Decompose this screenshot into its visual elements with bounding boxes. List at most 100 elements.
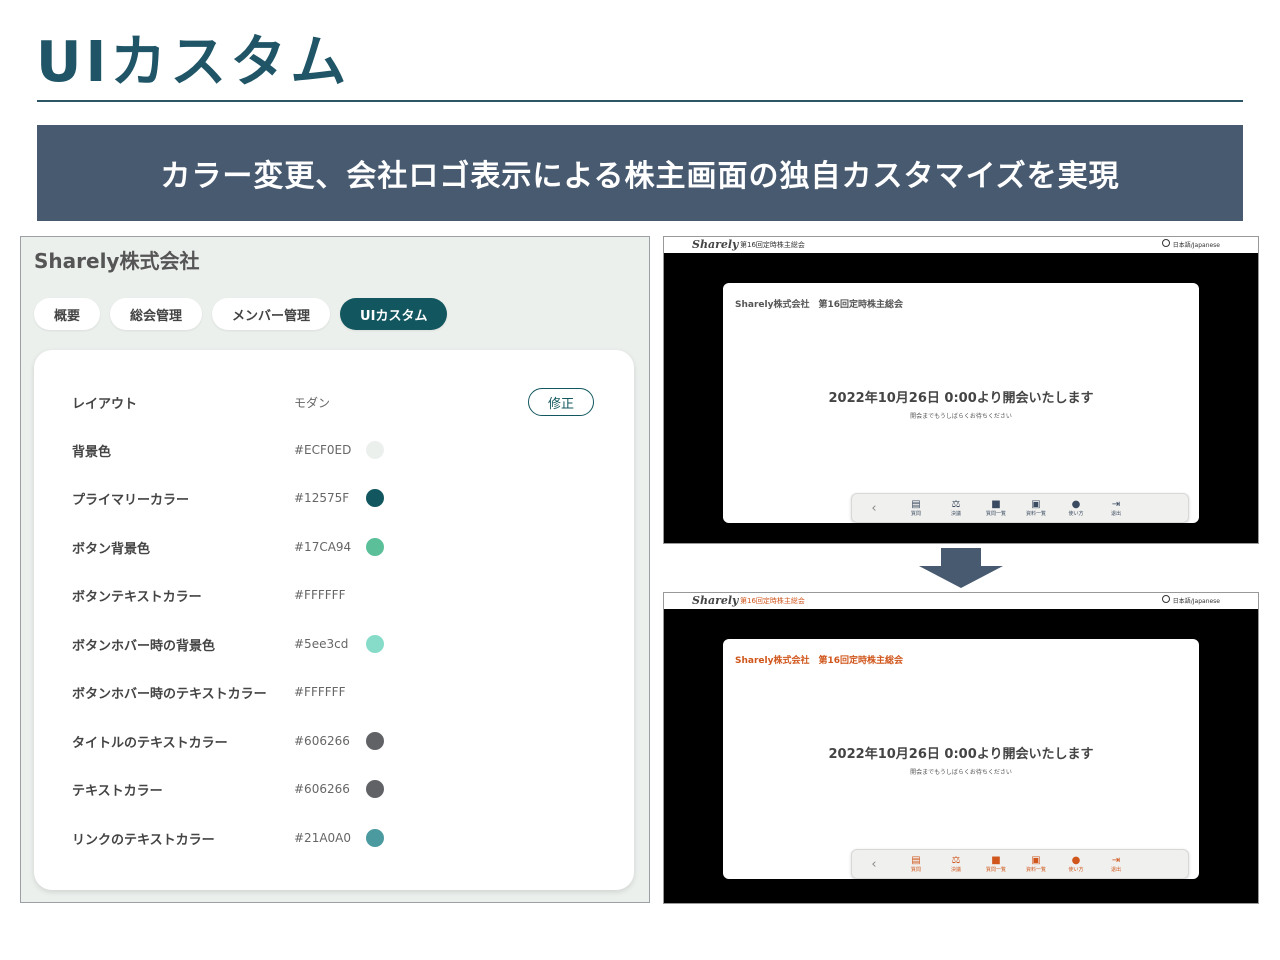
setting-value: #5ee3cd [294, 637, 349, 651]
setting-row: タイトルのテキストカラー #606266 [72, 729, 592, 753]
documents-icon: ▣ [1031, 498, 1041, 510]
screen-header: Sharely 第16回定時株主総会 日本語/Japanese [664, 237, 1258, 253]
color-swatch [366, 489, 384, 507]
toolbar-item[interactable]: ⚖ 決議 [936, 855, 976, 874]
exit-icon: ⇥ [1111, 854, 1121, 866]
meeting-name: 第16回定時株主総会 [740, 597, 805, 605]
toolbar-label: 使い方 [1068, 866, 1084, 873]
tab-member-management[interactable]: メンバー管理 [212, 298, 331, 330]
arrow-down-icon [919, 548, 1003, 588]
language-selector[interactable]: 日本語/Japanese [1173, 596, 1220, 605]
toolbar-item[interactable]: ⚖ 決議 [936, 499, 976, 518]
bottom-toolbar: ‹ ▤ 質問 ⚖ 決議 ■ 質問一覧 ▣ 資料一覧 ● 使い方 ⇥ 退出 [851, 849, 1189, 879]
globe-icon[interactable] [1162, 595, 1170, 603]
setting-label: ボタンホバー時のテキストカラー [72, 686, 267, 702]
admin-tabs: 概要 総会管理 メンバー管理 UIカスタム [34, 298, 448, 330]
opening-message: 2022年10月26日 0:00より開会いたします [828, 391, 1094, 406]
waiting-card: Sharely株式会社 第16回定時株主総会 2022年10月26日 0:00より… [723, 639, 1199, 879]
toolbar-label: 退出 [1110, 866, 1121, 873]
question-icon: ▤ [911, 854, 921, 866]
setting-label: ボタン背景色 [72, 541, 151, 557]
setting-label: 背景色 [72, 444, 112, 460]
waiting-card: Sharely株式会社 第16回定時株主総会 2022年10月26日 0:00より… [723, 283, 1199, 523]
toolbar-item[interactable]: ■ 質問一覧 [976, 855, 1016, 874]
setting-row: ボタンホバー時のテキストカラー #FFFFFF [72, 680, 592, 704]
card-title: Sharely株式会社 第16回定時株主総会 [735, 656, 903, 666]
toolbar-label: 使い方 [1068, 510, 1084, 517]
toolbar-label: 質問一覧 [985, 866, 1006, 873]
tab-meeting-management[interactable]: 総会管理 [110, 298, 203, 330]
chevron-left-icon[interactable]: ‹ [852, 857, 896, 872]
setting-value: #21A0A0 [294, 831, 352, 845]
setting-label: リンクのテキストカラー [72, 832, 215, 848]
documents-icon: ▣ [1031, 854, 1041, 866]
language-selector[interactable]: 日本語/Japanese [1173, 240, 1220, 249]
question-icon: ▤ [911, 498, 921, 510]
setting-label: レイアウト [72, 396, 138, 412]
company-logo: Sharely [692, 238, 739, 251]
setting-value: モダン [294, 395, 331, 410]
tab-overview[interactable]: 概要 [34, 298, 101, 330]
shareholder-screen-before: Sharely 第16回定時株主総会 日本語/Japanese Sharely株式会社… [663, 236, 1259, 544]
opening-message: 2022年10月26日 0:00より開会いたします [828, 747, 1094, 762]
color-swatch [366, 829, 384, 847]
setting-value: #606266 [294, 782, 350, 796]
company-name: Sharely株式会社 [34, 249, 200, 273]
bottom-toolbar: ‹ ▤ 質問 ⚖ 決議 ■ 質問一覧 ▣ 資料一覧 ● 使い方 ⇥ 退出 [851, 493, 1189, 523]
color-swatch [366, 441, 384, 459]
toolbar-item[interactable]: ● 使い方 [1056, 499, 1096, 518]
setting-label: ボタンテキストカラー [72, 589, 202, 605]
toolbar-item[interactable]: ⇥ 退出 [1096, 499, 1136, 518]
toolbar-item[interactable]: ▣ 資料一覧 [1016, 499, 1056, 518]
setting-value: #12575F [294, 491, 350, 505]
exit-icon: ⇥ [1111, 498, 1121, 510]
toolbar-item[interactable]: ■ 質問一覧 [976, 499, 1016, 518]
setting-row: リンクのテキストカラー #21A0A0 [72, 826, 592, 850]
card-title: Sharely株式会社 第16回定時株主総会 [735, 300, 903, 310]
toolbar-item[interactable]: ▣ 資料一覧 [1016, 855, 1056, 874]
setting-value: #17CA94 [294, 540, 352, 554]
setting-label: テキストカラー [72, 783, 163, 799]
color-swatch [366, 635, 384, 653]
setting-value: #ECF0ED [294, 443, 352, 457]
color-swatch [366, 732, 384, 750]
setting-label: プライマリーカラー [72, 492, 190, 508]
toolbar-item[interactable]: ▤ 質問 [896, 499, 936, 518]
setting-row: ボタン背景色 #17CA94 [72, 535, 592, 559]
meeting-name: 第16回定時株主総会 [740, 241, 805, 249]
toolbar-label: 決議 [950, 866, 961, 873]
setting-value: #FFFFFF [294, 685, 346, 699]
toolbar-item[interactable]: ▤ 質問 [896, 855, 936, 874]
setting-label: タイトルのテキストカラー [72, 735, 228, 751]
setting-row: レイアウト モダン [72, 390, 592, 414]
tab-ui-custom[interactable]: UIカスタム [340, 298, 448, 330]
setting-row: ボタンテキストカラー #FFFFFF [72, 583, 592, 607]
company-logo: Sharely [692, 594, 739, 607]
settings-card: 修正 レイアウト モダン 背景色 #ECF0ED プライマリーカラー #12575F ボタン… [34, 350, 634, 890]
vote-icon: ⚖ [951, 854, 961, 866]
chevron-left-icon[interactable]: ‹ [852, 501, 896, 516]
vote-icon: ⚖ [951, 498, 961, 510]
toolbar-item[interactable]: ⇥ 退出 [1096, 855, 1136, 874]
title-divider [37, 100, 1243, 102]
waiting-message: 開会までもうしばらくお待ちください [910, 769, 1012, 776]
toolbar-label: 資料一覧 [1025, 510, 1046, 517]
admin-panel: Sharely株式会社 概要 総会管理 メンバー管理 UIカスタム 修正 レイア… [20, 236, 650, 903]
shareholder-screen-after: Sharely 第16回定時株主総会 日本語/Japanese Sharely株式会社… [663, 592, 1259, 904]
slide-title: UIカスタム [36, 30, 351, 95]
info-icon: ● [1071, 498, 1081, 510]
setting-row: 背景色 #ECF0ED [72, 438, 592, 462]
setting-row: プライマリーカラー #12575F [72, 486, 592, 510]
globe-icon[interactable] [1162, 239, 1170, 247]
question-list-icon: ■ [991, 498, 1001, 510]
screen-header: Sharely 第16回定時株主総会 日本語/Japanese [664, 593, 1258, 609]
toolbar-label: 退出 [1110, 510, 1121, 517]
question-list-icon: ■ [991, 854, 1001, 866]
color-swatch [366, 780, 384, 798]
toolbar-label: 決議 [950, 510, 961, 517]
toolbar-label: 質問 [910, 510, 921, 517]
info-icon: ● [1071, 854, 1081, 866]
toolbar-item[interactable]: ● 使い方 [1056, 855, 1096, 874]
color-swatch [366, 538, 384, 556]
toolbar-label: 質問 [910, 866, 921, 873]
